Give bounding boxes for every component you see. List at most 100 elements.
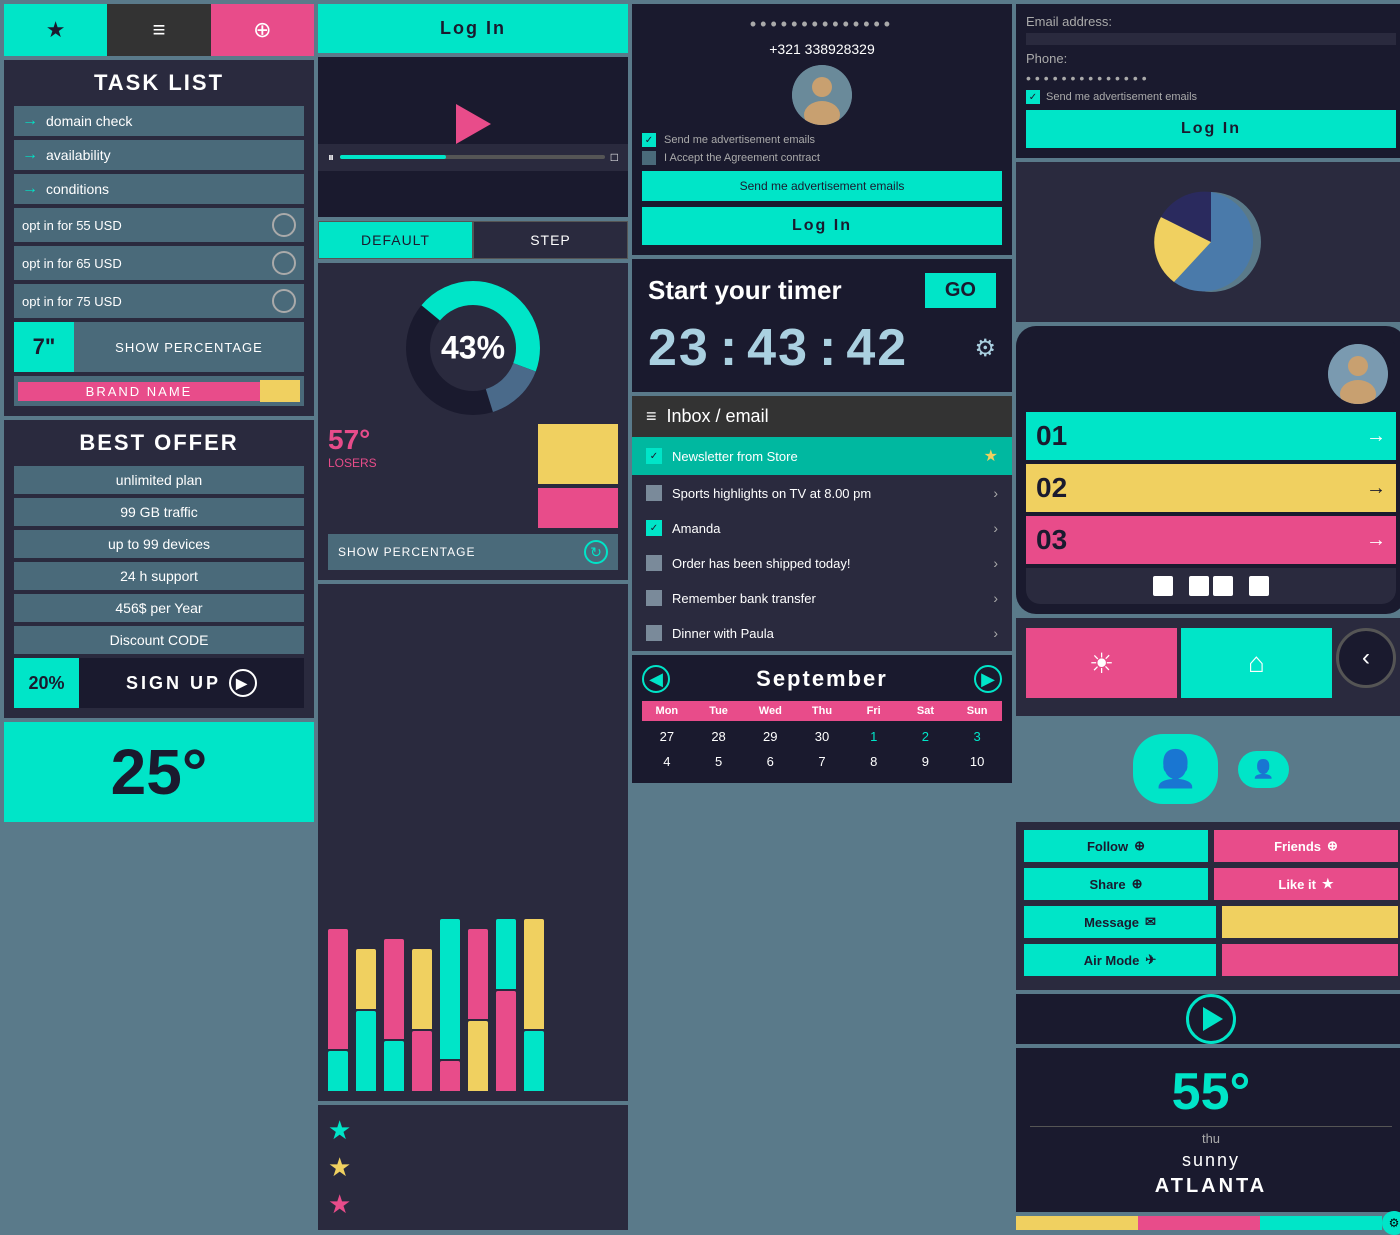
email-input[interactable] bbox=[1026, 33, 1396, 45]
cal-prev-btn[interactable]: ◀ bbox=[642, 665, 670, 693]
cal-cell-11[interactable]: 8 bbox=[849, 750, 899, 773]
opt-item-65[interactable]: opt in for 65 USD bbox=[14, 246, 304, 280]
star-like-icon: ★ bbox=[1322, 876, 1334, 892]
phone-ctrl-stop[interactable] bbox=[1153, 576, 1173, 596]
send-ads-button[interactable]: Send me advertisement emails bbox=[642, 171, 1002, 201]
cal-cell-8[interactable]: 5 bbox=[694, 750, 744, 773]
radio-btn[interactable] bbox=[272, 213, 296, 237]
inbox-item-4[interactable]: Remember bank transfer › bbox=[632, 581, 1012, 616]
pie-chart-panel bbox=[1016, 162, 1400, 322]
follow-label: Follow bbox=[1087, 839, 1128, 854]
airmode-button[interactable]: Air Mode ✈ bbox=[1024, 944, 1216, 976]
star-nav-btn[interactable]: ★ bbox=[4, 4, 107, 56]
cloud-small-icon: 👤 bbox=[1238, 751, 1288, 788]
phone-item-02[interactable]: 02 → bbox=[1026, 464, 1396, 512]
login-button-email[interactable]: Log In bbox=[1026, 110, 1396, 148]
menu-nav-btn[interactable]: ≡ bbox=[107, 4, 210, 56]
task-item-domain[interactable]: → domain check bbox=[14, 106, 304, 136]
phone-item-01[interactable]: 01 → bbox=[1026, 412, 1396, 460]
cal-cell-4[interactable]: 1 bbox=[849, 725, 899, 748]
radio-btn[interactable] bbox=[272, 289, 296, 313]
cal-cell-9[interactable]: 6 bbox=[745, 750, 795, 773]
timer-minutes: 43 bbox=[747, 318, 809, 378]
progress-bar-row: ⏸ □ bbox=[318, 144, 628, 171]
pin-nav-btn[interactable]: ⊕ bbox=[211, 4, 314, 56]
progress-fill bbox=[340, 155, 446, 159]
inbox-item-0[interactable]: ✓ Newsletter from Store ★ bbox=[632, 437, 1012, 476]
email-checkbox-row: ✓ Send me advertisement emails bbox=[1026, 90, 1396, 104]
go-button[interactable]: GO bbox=[925, 273, 996, 308]
star-icon-inbox-0[interactable]: ★ bbox=[984, 446, 998, 466]
settings-mini-button[interactable]: ⚙ bbox=[1382, 1211, 1400, 1235]
like-button[interactable]: Like it ★ bbox=[1214, 868, 1398, 900]
inbox-checkbox-3[interactable] bbox=[646, 555, 662, 571]
arrow-icon: → bbox=[22, 180, 38, 198]
task-item-availability[interactable]: → availability bbox=[14, 140, 304, 170]
opt-item-75[interactable]: opt in for 75 USD bbox=[14, 284, 304, 318]
phone-ctrl-pause[interactable] bbox=[1189, 576, 1233, 596]
inbox-item-5[interactable]: Dinner with Paula › bbox=[632, 616, 1012, 651]
play-button[interactable] bbox=[456, 104, 491, 144]
airmode-input[interactable] bbox=[1222, 944, 1398, 976]
cal-cell-13[interactable]: 10 bbox=[952, 750, 1002, 773]
message-input[interactable] bbox=[1222, 906, 1398, 938]
strip-cyan bbox=[1260, 1216, 1382, 1230]
social-row-4: Air Mode ✈ bbox=[1024, 944, 1398, 976]
email-checkbox-label: Send me advertisement emails bbox=[1046, 91, 1197, 103]
inbox-item-1[interactable]: Sports highlights on TV at 8.00 pm › bbox=[632, 476, 1012, 511]
phone-controls bbox=[1026, 568, 1396, 604]
back-button[interactable]: ‹ bbox=[1336, 628, 1396, 688]
share-button[interactable]: Share ⊕ bbox=[1024, 868, 1208, 900]
message-button[interactable]: Message ✉ bbox=[1024, 906, 1216, 938]
inbox-checkbox-2[interactable]: ✓ bbox=[646, 520, 662, 536]
cal-cell-1[interactable]: 28 bbox=[694, 725, 744, 748]
inbox-checkbox-4[interactable] bbox=[646, 590, 662, 606]
bar-yellow-2 bbox=[412, 949, 432, 1029]
inbox-checkbox-5[interactable] bbox=[646, 625, 662, 641]
timer-seconds: 42 bbox=[846, 318, 908, 378]
inbox-text-3: Order has been shipped today! bbox=[672, 556, 993, 571]
task-label: availability bbox=[46, 147, 111, 163]
house-icon-btn[interactable]: ⌂ bbox=[1181, 628, 1332, 698]
opt-item-55[interactable]: opt in for 55 USD bbox=[14, 208, 304, 242]
bar-group-5 bbox=[440, 919, 460, 1091]
task-item-conditions[interactable]: → conditions bbox=[14, 174, 304, 204]
bar-group-7 bbox=[496, 919, 516, 1091]
friends-button[interactable]: Friends ⊕ bbox=[1214, 830, 1398, 862]
checkbox-agree[interactable] bbox=[642, 151, 656, 165]
radio-btn[interactable] bbox=[272, 251, 296, 275]
sun-icon-btn[interactable]: ☀ bbox=[1026, 628, 1177, 698]
refresh-button[interactable]: ↻ bbox=[584, 540, 608, 564]
phone-item-03[interactable]: 03 → bbox=[1026, 516, 1396, 564]
cal-cell-10[interactable]: 7 bbox=[797, 750, 847, 773]
cal-next-btn[interactable]: ▶ bbox=[974, 665, 1002, 693]
star-yellow-icon: ★ bbox=[328, 1152, 351, 1183]
cal-cell-0[interactable]: 27 bbox=[642, 725, 692, 748]
inbox-checkbox-1[interactable] bbox=[646, 485, 662, 501]
offer-item-1: 99 GB traffic bbox=[14, 498, 304, 526]
task-list-panel: TASK LIST → domain check → availability … bbox=[4, 60, 314, 416]
cal-cell-3[interactable]: 30 bbox=[797, 725, 847, 748]
tab-step[interactable]: STEP bbox=[473, 221, 628, 259]
tab-default[interactable]: DEFAULT bbox=[318, 221, 473, 259]
inbox-checkbox-0[interactable]: ✓ bbox=[646, 448, 662, 464]
signup-button[interactable]: SIGN UP ▶ bbox=[79, 658, 304, 708]
email-checkbox[interactable]: ✓ bbox=[1026, 90, 1040, 104]
best-offer-title: BEST OFFER bbox=[14, 430, 304, 456]
cal-cell-7[interactable]: 4 bbox=[642, 750, 692, 773]
phone-ctrl-square[interactable] bbox=[1249, 576, 1269, 596]
cloud-person-shape: 👤 bbox=[1133, 734, 1218, 804]
cal-cell-2[interactable]: 29 bbox=[745, 725, 795, 748]
inbox-item-3[interactable]: Order has been shipped today! › bbox=[632, 546, 1012, 581]
cal-cell-6[interactable]: 3 bbox=[952, 725, 1002, 748]
checkbox-ads[interactable]: ✓ bbox=[642, 133, 656, 147]
login-button-form[interactable]: Log In bbox=[642, 207, 1002, 245]
cal-cell-5[interactable]: 2 bbox=[901, 725, 951, 748]
inbox-item-2[interactable]: ✓ Amanda › bbox=[632, 511, 1012, 546]
cal-cell-12[interactable]: 9 bbox=[901, 750, 951, 773]
column-3: •••••••••••••• +321 338928329 ✓ Send me … bbox=[632, 4, 1012, 1230]
settings-icon[interactable]: ⚙ bbox=[974, 334, 996, 363]
play-circle-button[interactable] bbox=[1186, 994, 1236, 1044]
login-button-top[interactable]: Log In bbox=[318, 4, 628, 53]
follow-button[interactable]: Follow ⊕ bbox=[1024, 830, 1208, 862]
